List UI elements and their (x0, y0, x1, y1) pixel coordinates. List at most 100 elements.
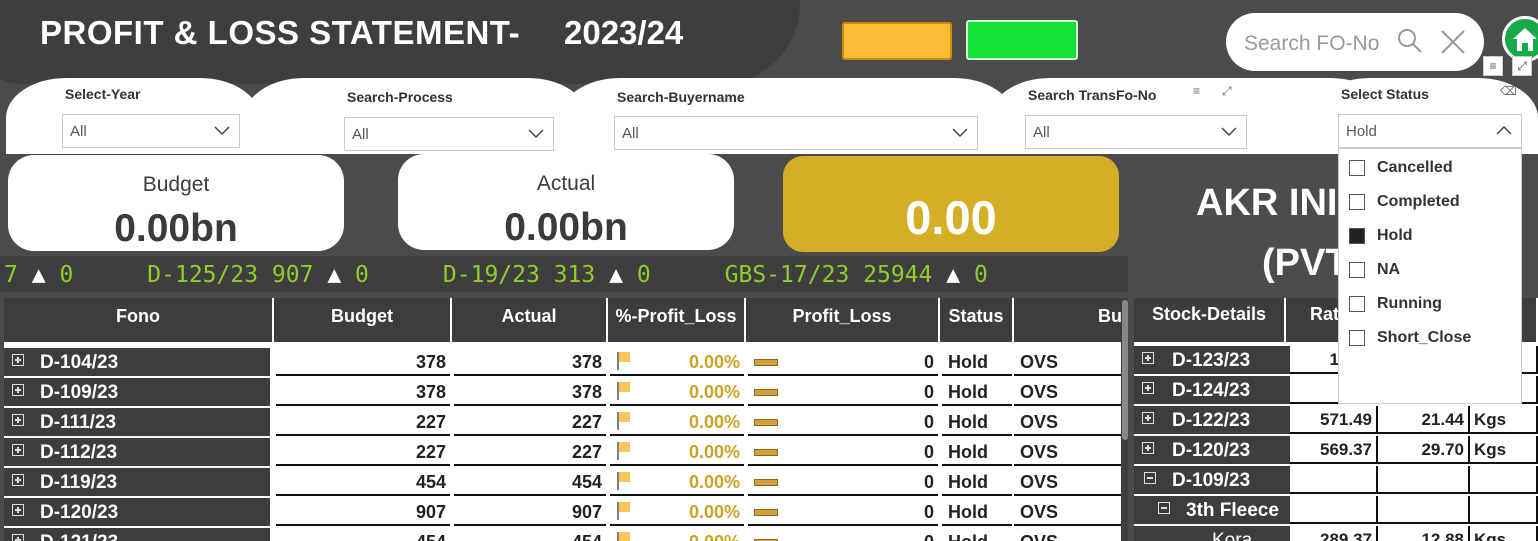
checkbox[interactable] (1349, 194, 1365, 210)
expand-plus-icon[interactable] (12, 414, 24, 426)
stock-row-label[interactable]: 3th Fleece (1134, 496, 1290, 524)
fono-label: D-120/23 (40, 502, 119, 523)
chevron-up-icon (1495, 123, 1513, 140)
eraser-icon[interactable]: ⌫ (1500, 84, 1517, 98)
flag-icon (616, 351, 632, 376)
fono-cell[interactable]: D-119/23 (4, 468, 270, 496)
flag-icon (616, 501, 632, 526)
checkbox[interactable] (1349, 160, 1365, 176)
expand-plus-icon[interactable] (12, 474, 24, 486)
expand-plus-icon[interactable] (1142, 412, 1154, 424)
status-select[interactable]: Hold (1338, 114, 1522, 148)
table-scrollbar-thumb[interactable] (1122, 300, 1128, 440)
expand-plus-icon[interactable] (1142, 352, 1154, 364)
table-row[interactable]: D-119/23 454 454 0.00% 0 Hold OVS (4, 468, 1122, 498)
profit-loss-value: 0 (923, 472, 934, 492)
col-header-status[interactable]: Status (940, 298, 1014, 342)
actual-cell: 227 (454, 408, 606, 436)
year-select[interactable]: All (62, 114, 240, 148)
close-icon[interactable] (1438, 27, 1468, 62)
budget-cell: 907 (276, 498, 450, 526)
checkbox[interactable] (1349, 262, 1365, 278)
ticker-content: 7 ▲ 0 D-125/23 907 ▲ 0 D-19/23 313 ▲ 0 GBS-… (4, 262, 1062, 288)
actual-cell: 378 (454, 378, 606, 406)
status-option-running[interactable]: Running (1349, 295, 1509, 315)
expand-plus-icon[interactable] (12, 354, 24, 366)
actual-cell: 454 (454, 468, 606, 496)
col-header-stock-details[interactable]: Stock-Details (1134, 298, 1286, 342)
search-icon[interactable] (1396, 27, 1424, 60)
fono-cell[interactable]: D-111/23 (4, 408, 270, 436)
unit-cell (1470, 496, 1538, 524)
fono-cell[interactable]: D-104/23 (4, 348, 270, 376)
table-row[interactable]: D-104/23 378 378 0.00% 0 Hold OVS (4, 348, 1122, 378)
stock-row-label[interactable]: D-122/23 (1134, 406, 1290, 434)
buyer-cell: OVS (1014, 468, 1122, 496)
stock-row-label[interactable]: Kora (1134, 526, 1290, 541)
expand-plus-icon[interactable] (1142, 382, 1154, 394)
fo-search-box (1226, 13, 1484, 71)
status-option-short-close[interactable]: Short_Close (1349, 329, 1509, 349)
fo-search-input[interactable] (1242, 31, 1396, 57)
company-name-line2: (PVT (1262, 242, 1349, 284)
status-option-completed[interactable]: Completed (1349, 193, 1509, 213)
status-option-na[interactable]: NA (1349, 261, 1509, 281)
status-cell: Hold (942, 498, 1012, 526)
expand-plus-icon[interactable] (12, 534, 24, 541)
expand-plus-icon[interactable] (12, 504, 24, 516)
profit-loss-cell: 0 (748, 408, 938, 436)
checkbox[interactable] (1349, 228, 1365, 244)
fono-cell[interactable]: D-109/23 (4, 378, 270, 406)
checkbox[interactable] (1349, 330, 1365, 346)
expand-icon[interactable]: ⤢ (1512, 56, 1532, 76)
expand-plus-icon[interactable] (12, 444, 24, 456)
col-header-actual[interactable]: Actual (452, 298, 608, 342)
status-option-cancelled[interactable]: Cancelled (1349, 159, 1509, 179)
expand-plus-icon[interactable] (1142, 442, 1154, 454)
qty-cell: 21.44 (1378, 406, 1470, 434)
fono-cell[interactable]: D-121/23 (4, 528, 270, 541)
table-row[interactable]: D-111/23 227 227 0.00% 0 Hold OVS (4, 408, 1122, 438)
table-row[interactable]: D-120/23 907 907 0.00% 0 Hold OVS (4, 498, 1122, 528)
transfo-select-value: All (1033, 124, 1050, 141)
fono-cell[interactable]: D-112/23 (4, 438, 270, 466)
pct-cell: 0.00% (610, 528, 744, 541)
ticker-code: D-125/23 907 (147, 262, 314, 288)
profit-loss-table: Fono Budget Actual %-Profit_Loss Profit_Loss… (4, 298, 1128, 541)
buyer-cell: OVS (1014, 498, 1122, 526)
pct-cell: 0.00% (610, 468, 744, 496)
col-header-budget[interactable]: Budget (274, 298, 452, 342)
expand-plus-icon[interactable] (12, 384, 24, 396)
stock-label: D-120/23 (1172, 440, 1251, 461)
status-option-label: Completed (1377, 193, 1460, 210)
filter-icon[interactable]: ≡ (1193, 84, 1200, 98)
checkbox[interactable] (1349, 296, 1365, 312)
stock-row-label[interactable]: D-123/23 (1134, 346, 1290, 374)
process-select[interactable]: All (344, 117, 554, 151)
stock-row-label[interactable]: D-109/23 (1134, 466, 1290, 494)
budget-cell: 227 (276, 438, 450, 466)
yellow-button[interactable] (842, 22, 952, 60)
stock-row-label[interactable]: D-124/23 (1134, 376, 1290, 404)
col-header-buyer[interactable]: Bu (1014, 298, 1126, 342)
collapse-minus-icon[interactable] (1158, 502, 1170, 514)
page-title: PROFIT & LOSS STATEMENT- (40, 14, 521, 51)
table-row[interactable]: D-121/23 454 454 0.00% 0 HoldOVS (4, 528, 1122, 541)
col-header-fono[interactable]: Fono (4, 298, 274, 342)
status-dropdown-list: Cancelled Completed Hold NA Running Short_Clo… (1338, 148, 1522, 404)
table-row[interactable]: D-112/23 227 227 0.00% 0 Hold OVS (4, 438, 1122, 468)
flag-icon (616, 381, 632, 406)
fono-cell[interactable]: D-120/23 (4, 498, 270, 526)
expand-icon[interactable]: ⤢ (1222, 84, 1232, 99)
col-header-profit-loss[interactable]: Profit_Loss (746, 298, 940, 342)
collapse-minus-icon[interactable] (1144, 472, 1156, 484)
filter-icon[interactable]: ≡ (1483, 56, 1503, 76)
transfo-select[interactable]: All (1025, 115, 1247, 149)
stock-row-label[interactable]: D-120/23 (1134, 436, 1290, 464)
green-button[interactable] (966, 20, 1078, 60)
status-option-hold[interactable]: Hold (1349, 227, 1509, 247)
col-header-pct-profit-loss[interactable]: %-Profit_Loss (608, 298, 746, 342)
buyer-select[interactable]: All (614, 116, 978, 150)
table-row[interactable]: D-109/23 378 378 0.00% 0 Hold OVS (4, 378, 1122, 408)
status-cell: Hold (942, 468, 1012, 496)
